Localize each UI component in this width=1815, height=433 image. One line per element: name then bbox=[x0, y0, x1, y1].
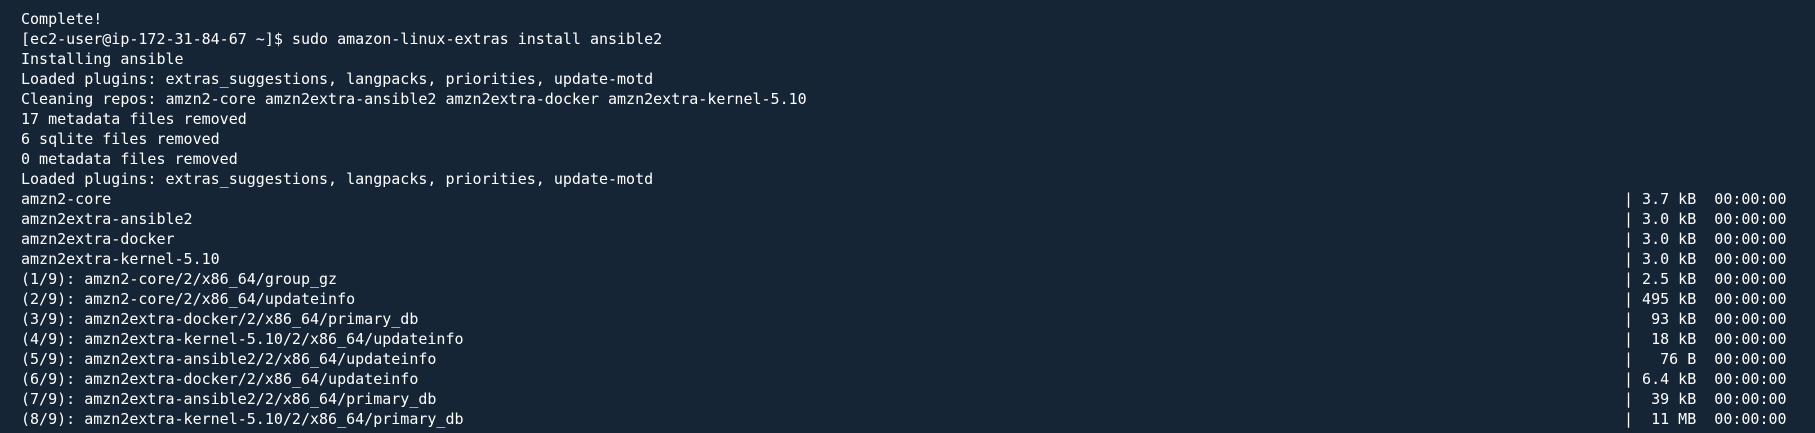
line-text: amzn2extra-kernel-5.10 bbox=[21, 250, 220, 268]
terminal-line: 6 sqlite files removed bbox=[0, 129, 1815, 149]
line-text: [ec2-user@ip-172-31-84-67 ~]$ sudo amazo… bbox=[21, 30, 663, 48]
terminal-line: (2/9): amzn2-core/2/x86_64/updateinfo | 4… bbox=[0, 289, 1815, 309]
terminal-line: [ec2-user@ip-172-31-84-67 ~]$ sudo amazo… bbox=[0, 29, 1815, 49]
terminal-line: (1/9): amzn2-core/2/x86_64/group_gz | 2.5… bbox=[0, 269, 1815, 289]
line-text: (7/9): amzn2extra-ansible2/2/x86_64/prim… bbox=[21, 390, 437, 408]
line-stats: | 11 MB 00:00:00 bbox=[1624, 410, 1787, 428]
line-stats: | 3.0 kB 00:00:00 bbox=[1624, 250, 1787, 268]
line-text: (2/9): amzn2-core/2/x86_64/updateinfo bbox=[21, 290, 356, 308]
line-text: Complete! bbox=[21, 10, 103, 28]
line-text: amzn2-core bbox=[21, 190, 112, 208]
line-text: 0 metadata files removed bbox=[21, 150, 238, 168]
line-stats: | 18 kB 00:00:00 bbox=[1624, 330, 1787, 348]
line-text: Loaded plugins: extras_suggestions, lang… bbox=[21, 70, 654, 88]
line-text: amzn2extra-ansible2 bbox=[21, 210, 193, 228]
line-text: (4/9): amzn2extra-kernel-5.10/2/x86_64/u… bbox=[21, 330, 464, 348]
line-text: 6 sqlite files removed bbox=[21, 130, 220, 148]
terminal-line: Installing ansible bbox=[0, 49, 1815, 69]
terminal-line: (8/9): amzn2extra-kernel-5.10/2/x86_64/p… bbox=[0, 409, 1815, 429]
line-stats: | 495 kB 00:00:00 bbox=[1624, 290, 1787, 308]
line-stats: | 6.4 kB 00:00:00 bbox=[1624, 370, 1787, 388]
line-stats: | 93 kB 00:00:00 bbox=[1624, 310, 1787, 328]
terminal-line: amzn2extra-docker | 3.0 kB 00:00:00 bbox=[0, 229, 1815, 249]
terminal-line: Complete! bbox=[0, 9, 1815, 29]
terminal-line: (4/9): amzn2extra-kernel-5.10/2/x86_64/u… bbox=[0, 329, 1815, 349]
line-text: Loaded plugins: extras_suggestions, lang… bbox=[21, 170, 654, 188]
terminal-output[interactable]: Complete! [ec2-user@ip-172-31-84-67 ~]$ … bbox=[0, 0, 1815, 433]
terminal-line: 0 metadata files removed bbox=[0, 149, 1815, 169]
line-text: Cleaning repos: amzn2-core amzn2extra-an… bbox=[21, 90, 807, 108]
terminal-line: Cleaning repos: amzn2-core amzn2extra-an… bbox=[0, 89, 1815, 109]
terminal-line: (6/9): amzn2extra-docker/2/x86_64/update… bbox=[0, 369, 1815, 389]
line-text: (8/9): amzn2extra-kernel-5.10/2/x86_64/p… bbox=[21, 410, 464, 428]
line-text: (5/9): amzn2extra-ansible2/2/x86_64/upda… bbox=[21, 350, 437, 368]
terminal-line: 17 metadata files removed bbox=[0, 109, 1815, 129]
line-stats: | 3.0 kB 00:00:00 bbox=[1624, 230, 1787, 248]
line-stats: | 3.0 kB 00:00:00 bbox=[1624, 210, 1787, 228]
line-text: (6/9): amzn2extra-docker/2/x86_64/update… bbox=[21, 370, 419, 388]
line-stats: | 39 kB 00:00:00 bbox=[1624, 390, 1787, 408]
line-text: (3/9): amzn2extra-docker/2/x86_64/primar… bbox=[21, 310, 419, 328]
terminal-line: Loaded plugins: extras_suggestions, lang… bbox=[0, 169, 1815, 189]
line-text: 17 metadata files removed bbox=[21, 110, 247, 128]
terminal-line: amzn2extra-ansible2 | 3.0 kB 00:00:00 bbox=[0, 209, 1815, 229]
terminal-line: (5/9): amzn2extra-ansible2/2/x86_64/upda… bbox=[0, 349, 1815, 369]
line-stats: | 2.5 kB 00:00:00 bbox=[1624, 270, 1787, 288]
line-stats: | 3.7 kB 00:00:00 bbox=[1624, 190, 1787, 208]
terminal-line: (7/9): amzn2extra-ansible2/2/x86_64/prim… bbox=[0, 389, 1815, 409]
line-text: amzn2extra-docker bbox=[21, 230, 175, 248]
line-stats: | 76 B 00:00:00 bbox=[1624, 350, 1787, 368]
line-text: (1/9): amzn2-core/2/x86_64/group_gz bbox=[21, 270, 338, 288]
terminal-line: (3/9): amzn2extra-docker/2/x86_64/primar… bbox=[0, 309, 1815, 329]
terminal-line: Loaded plugins: extras_suggestions, lang… bbox=[0, 69, 1815, 89]
terminal-line: amzn2extra-kernel-5.10 | 3.0 kB 00:00:00 bbox=[0, 249, 1815, 269]
terminal-line: amzn2-core | 3.7 kB 00:00:00 bbox=[0, 189, 1815, 209]
line-text: Installing ansible bbox=[21, 50, 184, 68]
